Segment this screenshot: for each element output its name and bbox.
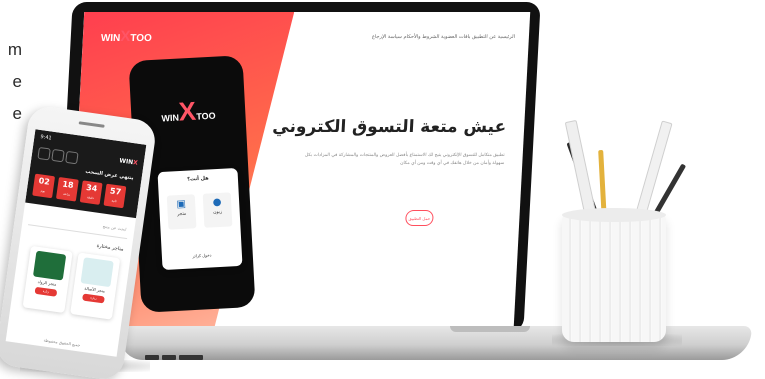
countdown-timer: 02 يوم 18 ساعة 34 دقيقة 57 ثانية [32,173,127,209]
header-icons [37,144,81,169]
visit-button[interactable]: زيارة [82,293,105,304]
timer-box: 34 دقيقة [79,180,103,205]
app-logo: WINX [118,157,139,167]
status-time: 9:41 [39,134,52,142]
hdmi-port [179,355,203,360]
front-phone-screen: 9:41 WINX ينتهي عرض السحب 02 يوم 18 ساعة 34 د… [5,129,147,357]
guest-login-link[interactable]: دخول كزائر [162,251,242,260]
hero-paragraph: تطبيق متكامل للتسوق الإلكتروني يتيح لك ا… [304,153,505,166]
laptop-notch [450,326,530,332]
search-input[interactable]: ابحث عن منتج [28,213,129,240]
cropped-letter: m [7,40,22,59]
bell-icon[interactable] [65,150,79,165]
site-logo[interactable]: WINXTOO [100,28,153,45]
cart-icon: ▣ [176,198,187,211]
timer-box: 57 ثانية [103,183,127,209]
hero-title: عيش متعة التسوق الكتروني [271,117,507,137]
account-type-card: هل أنت؟ ● زبون ▣ متجر دخول كزائر [157,167,243,271]
site-nav[interactable]: الرئيسية عن التطبيق باقات العضوية الشروط… [372,34,515,40]
pencil-cup-rim [562,208,666,222]
cropped-letter: e [12,72,22,91]
mockup-phone-logo: WINXTOO [161,95,216,127]
countdown-label: ينتهي عرض السحب [84,168,134,182]
visit-button[interactable]: زيارة [34,286,58,297]
account-type-title: هل أنت؟ [187,175,209,183]
phone-speaker [78,121,105,128]
ruler [634,120,673,220]
download-app-button[interactable]: حمل التطبيق [405,210,434,226]
app-header: 9:41 WINX ينتهي عرض السحب 02 يوم 18 ساعة 34 د… [25,129,147,219]
store-card[interactable]: متجر الرواد زيارة [22,245,73,314]
usb-port [162,355,176,360]
timer-box: 02 يوم [32,173,56,199]
section-title: متاجر مختارة [96,242,124,253]
cropped-side-text: m e e [0,34,22,130]
customer-option[interactable]: ● زبون [202,192,233,228]
cropped-letter: e [12,104,22,123]
cart-icon[interactable] [51,148,65,163]
store-card[interactable]: متجر الأصالة زيارة [70,252,121,320]
user-icon: ● [212,196,222,209]
store-thumbnail [32,250,67,281]
pencil-cup [562,214,666,342]
timer-box: 18 ساعة [55,176,79,202]
ruler [564,119,598,221]
app-footer: جميع الحقوق محفوظة [43,337,81,348]
laptop-ports [145,345,206,364]
menu-icon[interactable] [37,146,51,161]
store-option[interactable]: ▣ متجر [166,194,197,230]
store-thumbnail [80,257,114,288]
